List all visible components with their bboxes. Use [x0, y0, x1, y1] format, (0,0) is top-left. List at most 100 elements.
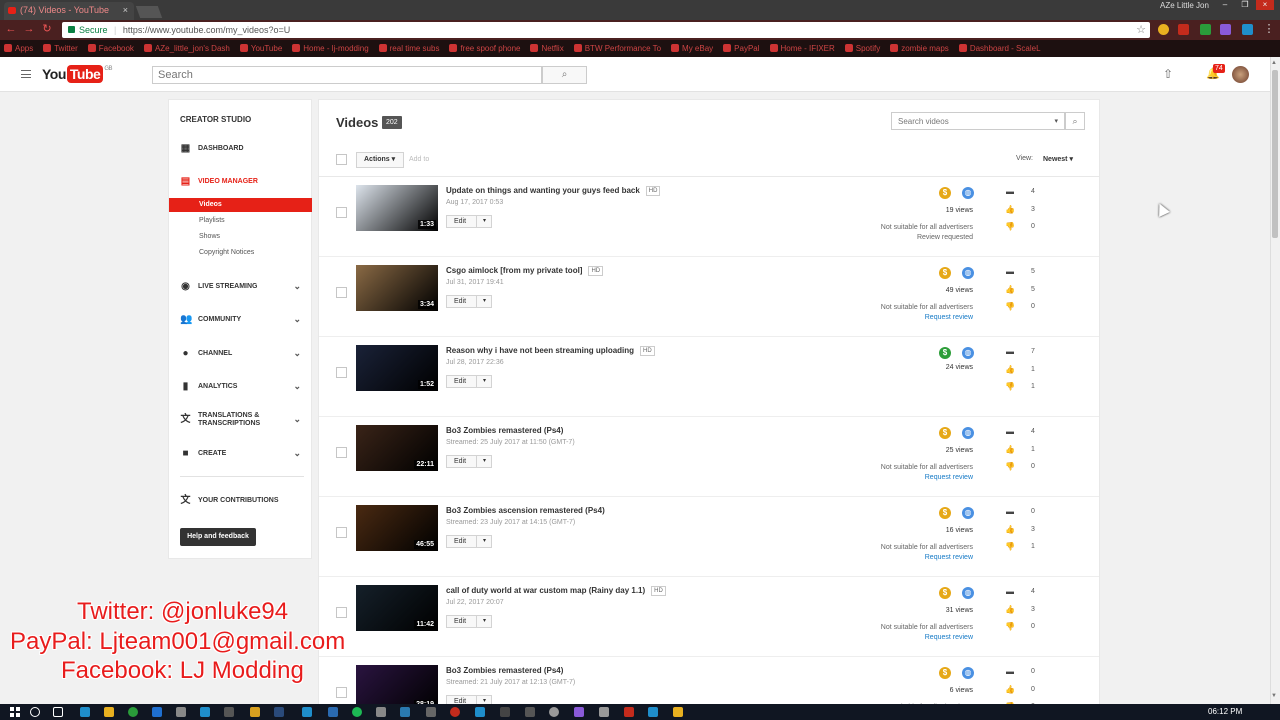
video-thumbnail[interactable]: 11:42 [356, 585, 438, 631]
edge-icon[interactable] [152, 707, 162, 717]
edit-dropdown-icon[interactable]: ▾ [476, 456, 492, 467]
taskbar-app-icon[interactable] [549, 707, 559, 717]
video-thumbnail[interactable]: 1:52 [356, 345, 438, 391]
monetization-icon[interactable]: $ [939, 587, 951, 599]
maximize-icon[interactable]: ❐ [1236, 0, 1254, 10]
public-globe-icon[interactable]: ◍ [962, 427, 974, 439]
extension-icon[interactable] [1158, 24, 1169, 35]
taskbar-app-icon[interactable] [328, 707, 338, 717]
sidebar-item-dashboard[interactable]: ▦ DASHBOARD [169, 140, 311, 158]
chrome-menu-icon[interactable]: ⋮ [1262, 22, 1276, 36]
public-globe-icon[interactable]: ◍ [962, 187, 974, 199]
sidebar-subitem-playlists[interactable]: Playlists [169, 214, 312, 228]
dropdown-caret-icon[interactable]: ▾ [1054, 117, 1058, 125]
task-view-icon[interactable] [53, 707, 63, 717]
store-icon[interactable] [176, 707, 186, 717]
taskbar-app-icon[interactable] [426, 707, 436, 717]
sidebar-item-live-streaming[interactable]: ◉ LIVE STREAMING ⌄ [169, 278, 311, 296]
extension-icon[interactable] [1200, 24, 1211, 35]
bookmark-item[interactable]: Twitter [43, 40, 78, 57]
request-review-link[interactable]: Request review [925, 554, 973, 561]
taskbar-app-icon[interactable] [673, 707, 683, 717]
avatar[interactable] [1232, 66, 1249, 83]
close-window-icon[interactable]: × [1256, 0, 1274, 10]
sidebar-subitem-copyright-notices[interactable]: Copyright Notices [169, 246, 312, 260]
public-globe-icon[interactable]: ◍ [962, 347, 974, 359]
video-title[interactable]: Bo3 Zombies ascension remastered (Ps4) [446, 506, 605, 515]
taskbar-app-icon[interactable] [400, 707, 410, 717]
request-review-link[interactable]: Request review [925, 314, 973, 321]
actions-dropdown[interactable]: Actions ▾ [356, 152, 404, 168]
edit-button[interactable]: Edit ▾ [446, 375, 492, 388]
bookmark-item[interactable]: My eBay [671, 40, 713, 57]
video-select-checkbox[interactable] [336, 207, 347, 218]
public-globe-icon[interactable]: ◍ [962, 667, 974, 679]
sidebar-item-video-manager[interactable]: ▤ VIDEO MANAGER [169, 173, 311, 191]
bookmark-item[interactable]: real time subs [378, 40, 439, 57]
address-bar[interactable]: Secure | https://www.youtube.com/my_vide… [62, 22, 1150, 38]
taskbar-app-icon[interactable] [475, 707, 485, 717]
profile-chip[interactable]: AZe Little Jon [1160, 1, 1209, 10]
request-review-link[interactable]: Request review [925, 474, 973, 481]
sidebar-item-community[interactable]: 👥 COMMUNITY ⌄ [169, 311, 311, 329]
bookmark-item[interactable]: Home - IFIXER [769, 40, 835, 57]
bookmark-item[interactable]: Facebook [87, 40, 134, 57]
bookmark-item[interactable]: Apps [4, 40, 33, 57]
video-title[interactable]: Bo3 Zombies remastered (Ps4) [446, 426, 563, 435]
twitch-icon[interactable] [574, 707, 584, 717]
spotify-icon[interactable] [352, 707, 362, 717]
monetization-icon[interactable]: $ [939, 267, 951, 279]
edit-dropdown-icon[interactable]: ▾ [476, 376, 492, 387]
taskbar-app-icon[interactable] [80, 707, 90, 717]
video-select-checkbox[interactable] [336, 527, 347, 538]
video-thumbnail[interactable]: 46:55 [356, 505, 438, 551]
video-thumbnail[interactable]: 3:34 [356, 265, 438, 311]
taskbar-app-icon[interactable] [450, 707, 460, 717]
edit-dropdown-icon[interactable]: ▾ [476, 536, 492, 547]
search-videos-input[interactable]: Search videos ▾ [891, 112, 1065, 130]
taskbar-app-icon[interactable] [250, 707, 260, 717]
bookmark-item[interactable]: AZe_little_jon's Dash [143, 40, 230, 57]
reload-icon[interactable]: ↻ [40, 22, 54, 36]
monetization-icon[interactable]: $ [939, 347, 951, 359]
sidebar-item-analytics[interactable]: ▮ ANALYTICS ⌄ [169, 378, 311, 396]
bookmark-item[interactable]: Dashboard - ScaleL [958, 40, 1041, 57]
video-title[interactable]: Reason why i have not been streaming upl… [446, 346, 655, 356]
video-title[interactable]: Update on things and wanting your guys f… [446, 186, 661, 196]
sidebar-item-translations[interactable]: 文 TRANSLATIONS & TRANSCRIPTIONS ⌄ [169, 409, 311, 431]
back-icon[interactable]: ← [4, 22, 18, 36]
edit-dropdown-icon[interactable]: ▾ [476, 216, 492, 227]
video-select-checkbox[interactable] [336, 367, 347, 378]
scroll-up-icon[interactable]: ▲ [1271, 60, 1277, 66]
bookmark-item[interactable]: Netflix [530, 40, 564, 57]
browser-tab[interactable]: (74) Videos - YouTube × [4, 2, 134, 20]
taskbar-app-icon[interactable] [599, 707, 609, 717]
extension-icon[interactable] [1178, 24, 1189, 35]
taskbar-app-icon[interactable] [648, 707, 658, 717]
public-globe-icon[interactable]: ◍ [962, 587, 974, 599]
edit-button[interactable]: Edit ▾ [446, 535, 492, 548]
taskbar-app-icon[interactable] [224, 707, 234, 717]
youtube-logo[interactable]: You Tube GB [42, 65, 112, 83]
public-globe-icon[interactable]: ◍ [962, 267, 974, 279]
menu-icon[interactable] [21, 70, 31, 78]
taskbar-app-icon[interactable] [525, 707, 535, 717]
new-tab-button[interactable] [135, 6, 163, 18]
monetization-icon[interactable]: $ [939, 427, 951, 439]
video-title[interactable]: Csgo aimlock [from my private tool] HD [446, 266, 604, 276]
request-review-link[interactable]: Request review [925, 634, 973, 641]
video-thumbnail[interactable]: 28:19 [356, 665, 438, 708]
close-tab-icon[interactable]: × [123, 5, 128, 15]
chrome-icon[interactable] [128, 707, 138, 717]
taskbar-app-icon[interactable] [302, 707, 312, 717]
edit-button[interactable]: Edit ▾ [446, 295, 492, 308]
edit-button[interactable]: Edit ▾ [446, 215, 492, 228]
video-title[interactable]: call of duty world at war custom map (Ra… [446, 586, 666, 596]
bookmark-item[interactable]: Spotify [844, 40, 880, 57]
monetization-icon[interactable]: $ [939, 187, 951, 199]
add-to-button[interactable]: Add to [409, 152, 429, 168]
public-globe-icon[interactable]: ◍ [962, 507, 974, 519]
video-thumbnail[interactable]: 1:33 [356, 185, 438, 231]
sort-dropdown[interactable]: Newest ▾ [1043, 155, 1073, 163]
taskbar-app-icon[interactable] [624, 707, 634, 717]
